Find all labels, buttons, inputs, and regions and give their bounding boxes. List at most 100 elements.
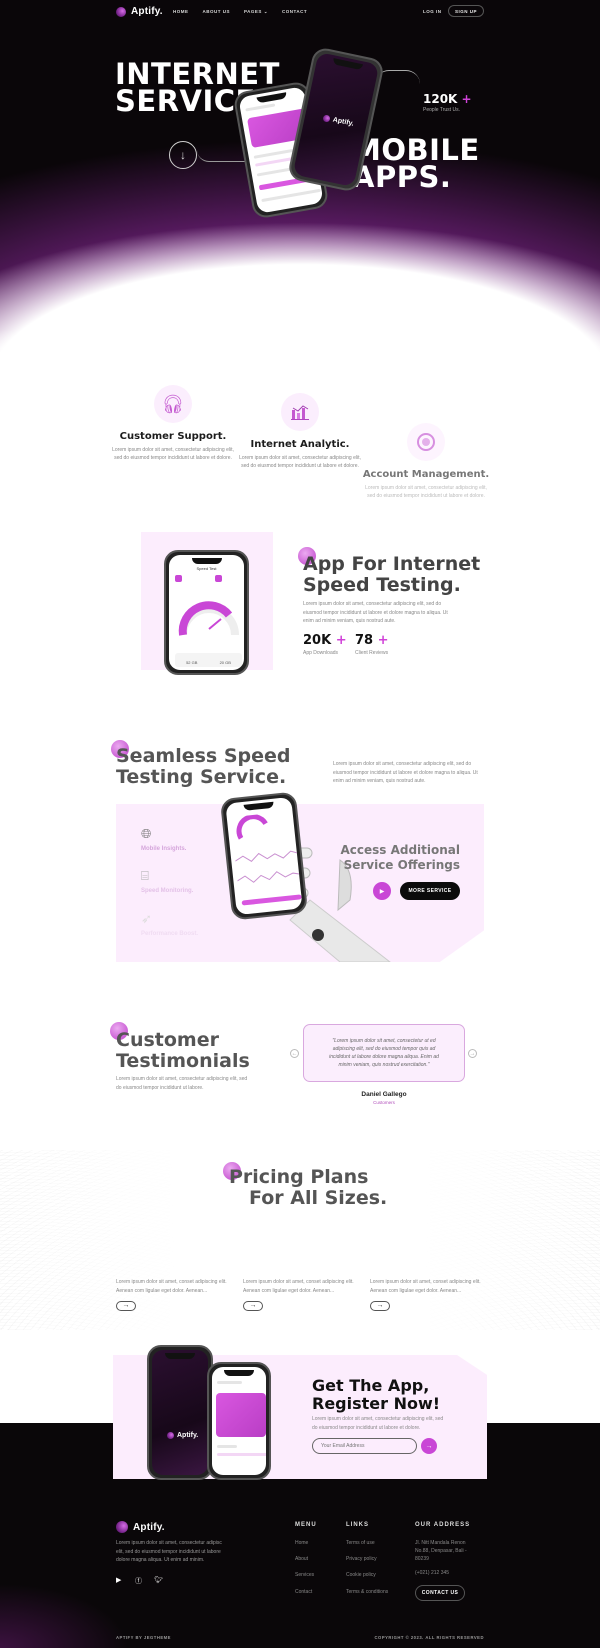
arrow-right-icon: → — [425, 1442, 433, 1450]
footer-menu-title: MENU — [295, 1522, 317, 1528]
pricing-plan: Lorem ipsum dolor sit amet, conset adipi… — [370, 1278, 485, 1311]
footer-logo[interactable]: Aptify. — [116, 1521, 165, 1533]
hero-section: Aptify. HOME ABOUT US PAGES ⌄ CONTACT LO… — [0, 0, 600, 370]
footer-link-services[interactable]: Services — [295, 1572, 314, 1578]
stat-app-downloads: 20K + App Downloads — [303, 633, 347, 656]
nav-about[interactable]: ABOUT US — [203, 9, 231, 15]
footer-credit: APTIFY BY JEGTHEME — [116, 1635, 171, 1640]
title-line: Seamless Speed — [116, 745, 291, 767]
plus-icon: + — [335, 633, 347, 648]
footer-link-terms[interactable]: Terms of use — [346, 1540, 375, 1546]
testimonial-author: Daniel Gallego — [361, 1091, 407, 1098]
hero-stat-label: People Trust Us. — [423, 107, 460, 113]
title-line: Access Additional — [340, 843, 460, 857]
phone-logo-icon — [167, 1432, 174, 1439]
footer-link-home[interactable]: Home — [295, 1540, 308, 1546]
service-performance-boost[interactable]: ➶ Performance Boost. — [141, 911, 198, 937]
title-line: Customer — [116, 1029, 219, 1051]
testimonial-role: Customers — [373, 1100, 395, 1105]
footer-link-terms-conditions[interactable]: Terms & conditions — [346, 1589, 388, 1595]
hero-stat: 120K + People Trust Us. — [423, 92, 472, 113]
testimonial-prev-button[interactable]: ← — [290, 1049, 299, 1058]
footer-link-contact[interactable]: Contact — [295, 1589, 312, 1595]
feature-desc: Lorem ipsum dolor sit amet, consectetur … — [365, 485, 487, 499]
download-value: 52 GB — [186, 660, 198, 665]
cta-phone-light — [207, 1362, 271, 1480]
speed-test-header: Speed Test — [196, 566, 217, 571]
top-nav: Aptify. HOME ABOUT US PAGES ⌄ CONTACT LO… — [0, 0, 600, 24]
pricing-plan: Lorem ipsum dolor sit amet, conset adipi… — [243, 1278, 358, 1311]
feature-internet-analytic: Internet Analytic. Lorem ipsum dolor sit… — [230, 393, 370, 470]
feature-title: Internet Analytic. — [250, 439, 350, 450]
address-line: 80239 — [415, 1556, 429, 1562]
feature-customer-support: 🎧︎ Customer Support. Lorem ipsum dolor s… — [103, 385, 243, 462]
footer-link-privacy[interactable]: Privacy policy — [346, 1556, 377, 1562]
testimonial-next-button[interactable]: → — [468, 1049, 477, 1058]
address-line: No.88, Denpasar, Bali - — [415, 1548, 467, 1554]
play-button[interactable]: ▶ — [373, 882, 391, 900]
nav-pages[interactable]: PAGES ⌄ — [244, 9, 268, 15]
plan-arrow-button[interactable]: → — [116, 1301, 136, 1311]
service-speed-monitoring[interactable]: ⌸ Speed Monitoring. — [141, 868, 193, 894]
scroll-down-button[interactable]: ↓ — [169, 141, 197, 169]
login-link[interactable]: LOG IN — [423, 9, 442, 14]
analytics-chart-icon — [291, 405, 309, 420]
contact-us-button[interactable]: CONTACT US — [415, 1585, 465, 1601]
logo-icon — [116, 1521, 128, 1533]
feature-account-management: Account Management. Lorem ipsum dolor si… — [356, 423, 496, 500]
address-line: Jl. Nitt Mandala Renon — [415, 1540, 466, 1546]
signup-button[interactable]: SIGN UP — [448, 5, 484, 17]
facebook-icon[interactable]: ⓕ — [135, 1576, 142, 1586]
twitter-icon[interactable]: 🐦︎ — [154, 1576, 163, 1584]
plus-icon: + — [377, 633, 389, 648]
cta-phone-dark: Aptify. — [147, 1345, 213, 1480]
service-label: Mobile Insights. — [141, 846, 187, 852]
hero-stat-value: 120K — [423, 92, 458, 106]
title-line: Testimonials — [116, 1050, 250, 1072]
nav-pages-label: PAGES — [244, 9, 262, 14]
service-mobile-insights[interactable]: 🌐︎ Mobile Insights. — [141, 826, 186, 852]
speed-gauge — [178, 601, 239, 636]
email-submit-button[interactable]: → — [421, 1438, 437, 1454]
title-line: Pricing Plans — [229, 1166, 369, 1188]
footer-link-about[interactable]: About — [295, 1556, 308, 1562]
arrow-right-icon: → — [469, 1050, 476, 1057]
nav-contact[interactable]: CONTACT — [282, 9, 307, 15]
phone-logo-text: Aptify. — [177, 1432, 199, 1439]
arrow-left-icon: ← — [291, 1050, 298, 1057]
plan-arrow-button[interactable]: → — [370, 1301, 390, 1311]
youtube-icon[interactable]: ▶ — [116, 1576, 121, 1584]
footer-link-cookie[interactable]: Cookie policy — [346, 1572, 376, 1578]
speed-test-phone: Speed Test 52 GB 20 GB — [164, 550, 249, 675]
pricing-plan: Lorem ipsum dolor sit amet, conset adipi… — [116, 1278, 231, 1311]
plan-desc: Lorem ipsum dolor sit amet, conset adipi… — [116, 1279, 227, 1294]
upload-value: 20 GB — [219, 660, 231, 665]
footer-phone: (+021) 212 345 — [415, 1570, 450, 1576]
stat-value: 78 — [355, 633, 374, 648]
account-coin-icon — [417, 433, 435, 451]
plan-arrow-button[interactable]: → — [243, 1301, 263, 1311]
hero-title-right: MOBILE APPS. — [352, 136, 480, 194]
seamless-title: Seamless Speed Testing Service. — [116, 746, 290, 788]
speed-app-desc: Lorem ipsum dolor sit amet, consectetur … — [303, 601, 448, 624]
more-service-button[interactable]: MORE SERVICE — [400, 882, 460, 900]
rocket-icon: ➶ — [141, 911, 152, 926]
get-app-title: Get The App, Register Now! — [312, 1377, 440, 1413]
footer-copyright: COPYRIGHT © 2023. ALL RIGHTS RESERVED — [374, 1635, 484, 1640]
logo[interactable]: Aptify. — [116, 6, 163, 17]
title-line: App For Internet — [303, 553, 481, 575]
arrow-down-icon: ↓ — [180, 148, 186, 162]
globe-shield-icon: 🌐︎ — [141, 826, 152, 841]
title-line: Register Now! — [312, 1394, 441, 1413]
testimonial-quote: "Lorem ipsum dolor sit amet, consectetur… — [329, 1038, 439, 1068]
email-input[interactable] — [312, 1438, 417, 1454]
hero-title-line: APPS. — [352, 160, 452, 194]
title-line: Get The App, — [312, 1376, 430, 1395]
feature-title: Customer Support. — [119, 431, 227, 442]
phone-logo-icon — [322, 114, 331, 123]
footer-address-title: OUR ADDRESS — [415, 1522, 471, 1528]
service-phone — [219, 791, 309, 921]
logo-icon — [116, 6, 126, 17]
stat-value: 20K — [303, 633, 332, 648]
nav-home[interactable]: HOME — [173, 9, 189, 15]
